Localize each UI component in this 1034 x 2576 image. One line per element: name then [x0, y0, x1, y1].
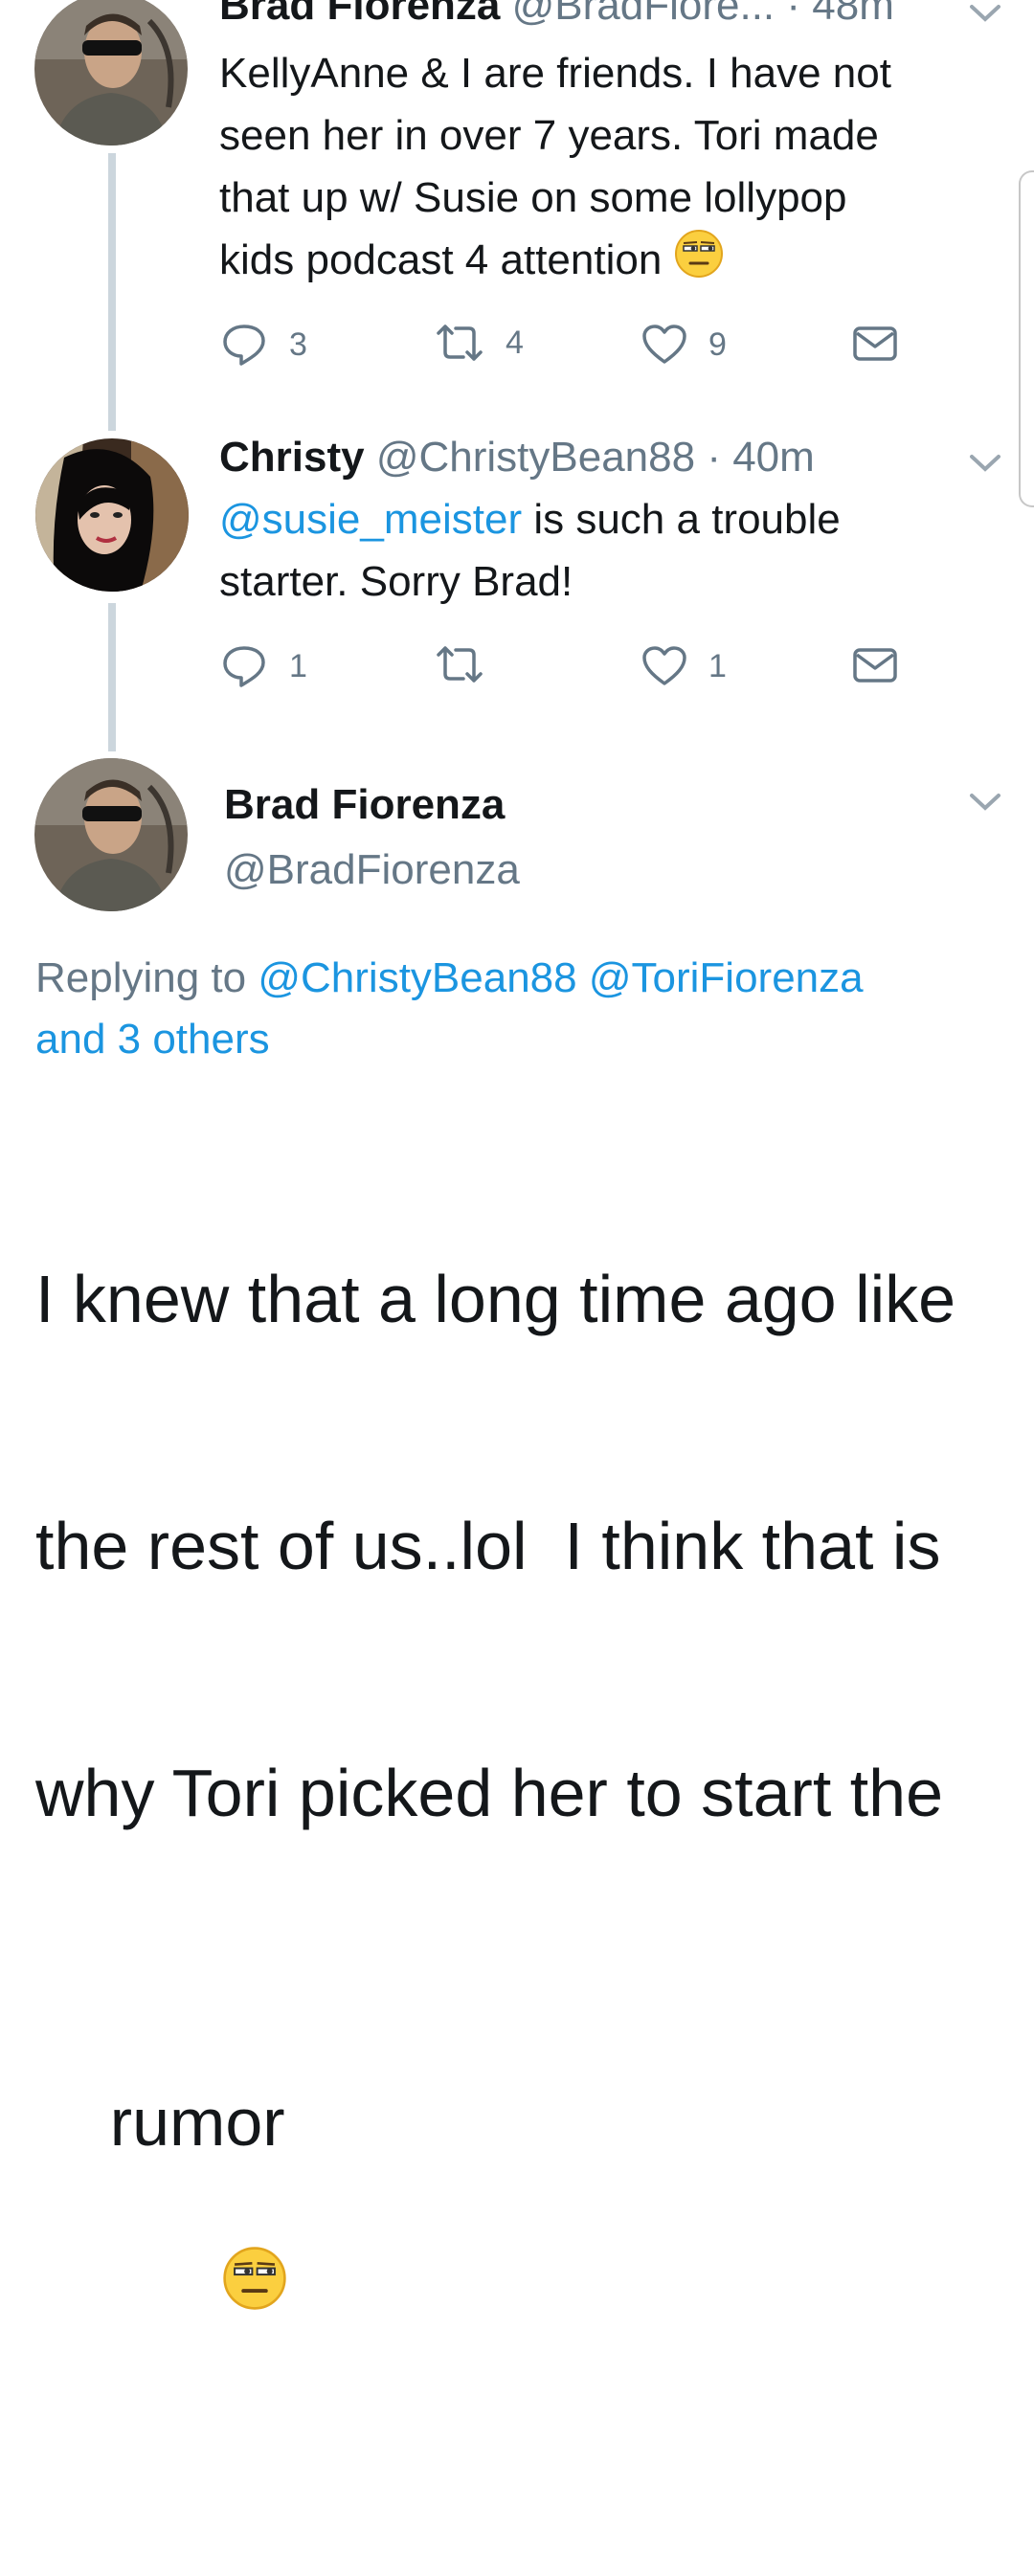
retweet-count: 4	[506, 324, 524, 361]
reply-icon	[223, 646, 265, 687]
tweet-line: I knew that a long time ago like	[35, 1262, 956, 1336]
replying-prefix: Replying to	[35, 954, 258, 1001]
timestamp[interactable]: · 40m	[707, 434, 814, 481]
thread-line	[108, 603, 116, 751]
reply-count: 1	[289, 647, 307, 684]
author-name[interactable]: Brad Fiorenza	[224, 780, 505, 830]
tweet-line: starter. Sorry Brad!	[219, 558, 573, 605]
retweet-icon	[437, 325, 483, 361]
avatar[interactable]	[34, 758, 188, 911]
tweet-line: that up w/ Susie on some lollypop	[219, 174, 847, 221]
envelope-icon	[853, 326, 897, 361]
tweet-line-rest: is such a trouble	[522, 496, 841, 543]
message-button[interactable]	[852, 325, 898, 362]
message-button[interactable]	[852, 647, 898, 683]
tweet-text: @susie_meister is such a trouble starter…	[219, 488, 985, 613]
tweet-line: why Tori picked her to start the	[35, 1756, 944, 1830]
chevron-down-icon[interactable]	[969, 793, 1001, 817]
mention-link[interactable]: @susie_meister	[219, 496, 522, 543]
reply-count: 3	[289, 325, 307, 363]
chevron-down-icon[interactable]	[969, 454, 1001, 478]
thread-line	[108, 153, 116, 431]
reply-icon	[223, 325, 265, 366]
tweet-line: the rest of us..lol I think that is	[35, 1509, 941, 1583]
chevron-down-icon[interactable]	[969, 4, 1001, 28]
tweet-text: KellyAnne & I are friends. I have not se…	[219, 42, 985, 296]
reply-mention-link[interactable]: @ToriFiorenza	[589, 954, 864, 1001]
tweet-line-with-emoji: rumor	[35, 1999, 1022, 2494]
scrollbar[interactable]	[1019, 170, 1034, 507]
unamused-face-icon	[674, 229, 724, 296]
retweet-icon	[437, 646, 483, 683]
author-handle[interactable]: @BradFiorenza	[224, 845, 520, 895]
author-handle[interactable]: @BradFiore...	[512, 0, 776, 29]
tweet-line: @susie_meister is such a trouble	[219, 488, 985, 550]
like-count: 1	[708, 647, 727, 684]
reply-mention-link[interactable]: @ChristyBean88	[258, 954, 576, 1001]
reply-button[interactable]: 3	[222, 324, 307, 366]
avatar[interactable]	[35, 438, 189, 592]
tweet-header: Brad Fiorenza @BradFiore... · 48m	[219, 0, 894, 31]
author-name[interactable]: Brad Fiorenza	[219, 0, 500, 29]
author-handle[interactable]: @ChristyBean88	[376, 434, 695, 481]
heart-icon	[642, 325, 686, 364]
tweet-header: Christy @ChristyBean88 · 40m	[219, 433, 815, 482]
reply-button[interactable]: 1	[222, 645, 307, 687]
retweet-button[interactable]: 4	[435, 324, 524, 362]
tweet-line: kids podcast 4 attention	[219, 236, 663, 283]
tweet-line: rumor	[109, 2085, 285, 2160]
reply-others-link[interactable]: and 3 others	[35, 1016, 270, 1063]
timestamp[interactable]: · 48m	[786, 0, 893, 29]
author-name[interactable]: Christy	[219, 434, 365, 481]
tweet-line-with-emoji: kids podcast 4 attention	[219, 229, 985, 296]
like-count: 9	[708, 325, 727, 363]
unamused-face-icon	[110, 2163, 287, 2411]
like-button[interactable]: 1	[641, 645, 727, 687]
retweet-button[interactable]	[435, 645, 506, 683]
envelope-icon	[853, 648, 897, 683]
main-tweet-text: I knew that a long time ago like the res…	[35, 1093, 1022, 2576]
heart-icon	[642, 646, 686, 685]
like-button[interactable]: 9	[641, 324, 727, 366]
tweet-line: KellyAnne & I are friends. I have not	[219, 50, 891, 97]
avatar[interactable]	[34, 0, 188, 146]
replying-to: Replying to @ChristyBean88 @ToriFiorenza…	[35, 948, 1002, 1070]
tweet-line: seen her in over 7 years. Tori made	[219, 112, 879, 159]
